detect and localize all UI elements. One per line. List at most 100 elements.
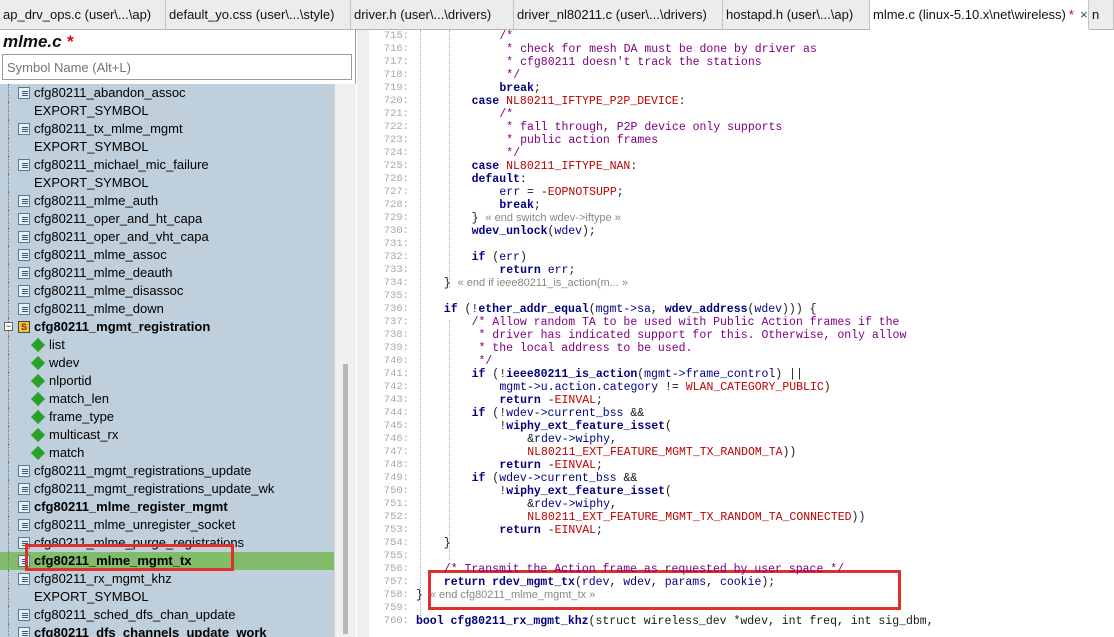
code-line: 718: */ [357,69,1114,82]
code-token: /* Allow random TA to be used with Publi… [471,316,900,329]
code-token: * fall through, P2P device only supports [499,121,783,134]
function-icon [18,123,30,135]
code-token: ))) { [782,303,817,316]
code-token: break [499,82,534,95]
tree-line [8,120,9,138]
end-block-hint: « end switch wdev->iftype » [485,212,621,224]
symbol-item[interactable]: EXPORT_SYMBOL [0,174,334,192]
code-line: 728: break; [357,199,1114,212]
function-icon [18,519,30,531]
code-text: if (wdev->current_bss && [472,472,638,485]
code-line: 732: if (err) [357,251,1114,264]
symbol-item[interactable]: cfg80211_rx_mgmt_khz [0,570,334,588]
symbol-label: cfg80211_mlme_unregister_socket [34,517,236,532]
tab-label: default_yo.css (user\...\style) [169,7,335,22]
code-text: /* [499,30,513,43]
symbol-list-scrollbar[interactable] [334,84,356,637]
function-icon [18,609,30,621]
symbol-item[interactable]: multicast_rx [0,426,334,444]
code-token: NL80211_EXT_FEATURE_MGMT_TX_RANDOM_TA_CO… [527,511,852,524]
code-text: * public action frames [499,134,658,147]
symbol-item[interactable]: frame_type [0,408,334,426]
tab-2[interactable]: driver.h (user\...\drivers) [351,0,514,29]
symbol-item[interactable]: cfg80211_mlme_unregister_socket [0,516,334,534]
scrollbar-thumb[interactable] [343,364,348,634]
code-token: * cfg80211 doesn't track the stations [499,56,762,69]
tab-6[interactable]: n [1089,0,1114,29]
member-icon [30,373,46,389]
code-token: ; [596,394,603,407]
symbol-label: match [49,445,85,460]
symbol-item[interactable]: match_len [0,390,334,408]
symbol-item[interactable]: cfg80211_mlme_deauth [0,264,334,282]
tab-4[interactable]: hostapd.h (user\...\ap) [723,0,870,29]
tab-5[interactable]: mlme.c (linux-5.10.x\net\wireless) * × [870,0,1089,30]
symbol-item[interactable]: cfg80211_mlme_register_mgmt [0,498,334,516]
function-icon [18,627,30,637]
symbol-search-input[interactable] [2,54,352,80]
symbol-item[interactable]: cfg80211_sched_dfs_chan_update [0,606,334,624]
symbol-item[interactable]: cfg80211_mlme_down [0,300,334,318]
symbol-item[interactable]: match [0,444,334,462]
symbol-item[interactable]: − Scfg80211_mgmt_registration [0,318,334,336]
code-token: ( [574,576,582,589]
code-token: ; [596,524,603,537]
code-line: 715: /* [357,30,1114,43]
symbol-item[interactable]: cfg80211_mlme_auth [0,192,334,210]
code-text: if (err) [472,251,527,264]
symbol-item[interactable]: cfg80211_dfs_channels_update_work [0,624,334,637]
function-icon [18,159,30,171]
tree-line [8,390,9,408]
line-number: 760: [383,615,409,627]
symbol-item[interactable]: EXPORT_SYMBOL [0,102,334,120]
code-token: } [416,589,430,602]
line-number: 730: [383,225,409,237]
file-name: mlme.c [3,32,62,51]
tab-0[interactable]: ap_drv_ops.c (user\...\ap) [0,0,166,29]
symbol-item[interactable]: cfg80211_mgmt_registrations_update_wk [0,480,334,498]
editor-tab-bar: ap_drv_ops.c (user\...\ap) default_yo.css… [0,0,1114,30]
code-text: return -EINVAL; [499,459,603,472]
tab-1[interactable]: default_yo.css (user\...\style) [166,0,351,29]
code-token: wiphy_ext_feature_isset [506,485,666,498]
tree-line [8,534,9,552]
code-token: params [664,576,707,589]
line-number: 727: [383,186,409,198]
symbol-item[interactable]: EXPORT_SYMBOL [0,138,334,156]
code-token: , [610,498,617,511]
tab-label: hostapd.h (user\...\ap) [726,7,854,22]
code-token: mgmt->u.action.category [499,381,659,394]
collapse-icon[interactable]: − [4,322,13,331]
symbol-item[interactable]: cfg80211_michael_mic_failure [0,156,334,174]
code-line: 745: !wiphy_ext_feature_isset( [357,420,1114,433]
symbol-label: cfg80211_mgmt_registrations_update_wk [34,481,275,496]
symbol-item[interactable]: cfg80211_tx_mlme_mgmt [0,120,334,138]
symbol-item[interactable]: EXPORT_SYMBOL [0,588,334,606]
code-editor[interactable]: 715:/* 716: * check for mesh DA must be d… [357,30,1114,637]
tree-line [8,372,9,390]
tree-line [8,84,9,102]
symbol-item[interactable]: cfg80211_oper_and_vht_capa [0,228,334,246]
symbol-item[interactable]: list [0,336,334,354]
symbol-item[interactable]: cfg80211_mgmt_registrations_update [0,462,334,480]
symbol-item[interactable]: cfg80211_oper_and_ht_capa [0,210,334,228]
symbol-label: cfg80211_mlme_auth [34,193,159,208]
symbol-item[interactable]: cfg80211_mlme_disassoc [0,282,334,300]
symbol-item[interactable]: cfg80211_abandon_assoc [0,84,334,102]
tab-3[interactable]: driver_nl80211.c (user\...\drivers) [514,0,723,29]
line-number: 748: [383,459,409,471]
symbol-item[interactable]: nlportid [0,372,334,390]
code-line: 727: err = -EOPNOTSUPP; [357,186,1114,199]
symbol-label: cfg80211_michael_mic_failure [34,157,209,172]
code-token: /* [499,108,514,121]
code-token: , [650,303,665,316]
symbol-item[interactable]: wdev [0,354,334,372]
tab-close-icon[interactable]: × [1080,7,1088,22]
symbol-item[interactable]: cfg80211_mlme_assoc [0,246,334,264]
line-number: 719: [383,82,409,94]
code-line: 760: bool cfg80211_rx_mgmt_khz(struct wir… [357,615,1114,628]
tab-label: driver_nl80211.c (user\...\drivers) [517,7,707,22]
code-line: 739: * the local address to be used. [357,342,1114,355]
code-text: case NL80211_IFTYPE_P2P_DEVICE: [472,95,686,108]
code-token: ; [533,82,541,95]
